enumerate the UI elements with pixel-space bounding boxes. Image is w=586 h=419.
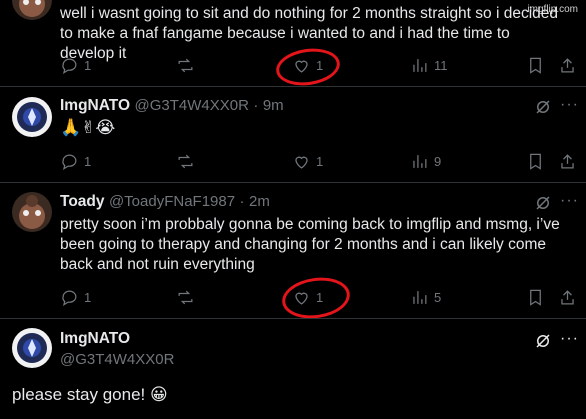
views-icon (413, 58, 427, 72)
display-name[interactable]: Toady (60, 193, 105, 210)
divider (0, 318, 586, 319)
views-button[interactable]: 9 (410, 150, 441, 172)
separator-dot: · (239, 193, 245, 210)
bookmark-icon (530, 57, 541, 74)
share-icon (561, 153, 574, 168)
handle[interactable]: @G3T4W4XX0R (135, 97, 249, 114)
views-icon (413, 154, 427, 168)
repost-icon (178, 58, 193, 72)
grok-icon[interactable] (534, 98, 552, 121)
bookmark-button[interactable] (526, 286, 545, 308)
share-icon (561, 57, 574, 72)
repost-button[interactable] (176, 286, 195, 308)
timestamp[interactable]: 2m (249, 193, 270, 210)
like-count: 1 (316, 153, 324, 169)
post-header: ImgNATO @G3T4W4XX0R · 9m (60, 97, 284, 115)
reply-icon (62, 58, 77, 74)
views-count: 5 (434, 289, 442, 305)
share-button[interactable] (558, 286, 577, 308)
more-options-button[interactable]: ··· (560, 192, 579, 210)
avatar-imgnato[interactable] (12, 97, 52, 137)
avatar-imgnato[interactable] (12, 328, 52, 368)
share-button[interactable] (558, 150, 577, 172)
timestamp[interactable]: 9m (263, 97, 284, 114)
reply-count: 1 (84, 289, 92, 305)
views-button[interactable]: 11 (410, 54, 448, 76)
bookmark-button[interactable] (526, 150, 545, 172)
display-name[interactable]: ImgNATO (60, 97, 130, 114)
reply-icon (62, 290, 77, 306)
views-count: 9 (434, 153, 442, 169)
more-options-button[interactable]: ··· (560, 96, 579, 114)
more-options-button[interactable]: ··· (560, 330, 579, 348)
share-button[interactable] (558, 54, 577, 76)
grok-icon[interactable] (534, 332, 552, 355)
reply-count: 1 (84, 153, 92, 169)
avatar-toady[interactable] (12, 192, 52, 232)
bookmark-button[interactable] (526, 54, 545, 76)
heart-icon (295, 156, 308, 169)
display-name[interactable]: ImgNATO (60, 330, 130, 348)
reply-count: 1 (84, 57, 92, 73)
separator-dot: · (253, 97, 259, 114)
like-button[interactable]: 1 (292, 150, 323, 172)
views-button[interactable]: 5 (410, 286, 441, 308)
post-text: pretty soon i’m probbaly gonna be coming… (60, 216, 560, 273)
post-text: 🙏✌😭 (60, 118, 116, 137)
post-header: Toady @ToadyFNaF1987 · 2m (60, 193, 270, 211)
reply-button[interactable]: 1 (60, 54, 91, 76)
bookmark-icon (530, 289, 541, 306)
handle[interactable]: @G3T4W4XX0R (60, 351, 174, 368)
post-text: please stay gone! 😀 (12, 385, 168, 404)
grok-icon[interactable] (534, 194, 552, 217)
post-actions: 1 1 9 (60, 150, 580, 172)
repost-button[interactable] (176, 54, 195, 76)
reply-button[interactable]: 1 (60, 286, 91, 308)
handle[interactable]: @ToadyFNaF1987 (109, 193, 235, 210)
divider (0, 86, 586, 87)
repost-icon (178, 290, 193, 304)
repost-icon (178, 154, 193, 168)
bookmark-icon (530, 153, 541, 170)
divider (0, 182, 586, 183)
views-count: 11 (434, 57, 448, 73)
reply-button[interactable]: 1 (60, 150, 91, 172)
views-icon (413, 290, 427, 304)
reply-icon (62, 154, 77, 170)
red-annotation-circle (279, 273, 353, 323)
share-icon (561, 289, 574, 304)
repost-button[interactable] (176, 150, 195, 172)
avatar-toady[interactable] (12, 0, 52, 20)
